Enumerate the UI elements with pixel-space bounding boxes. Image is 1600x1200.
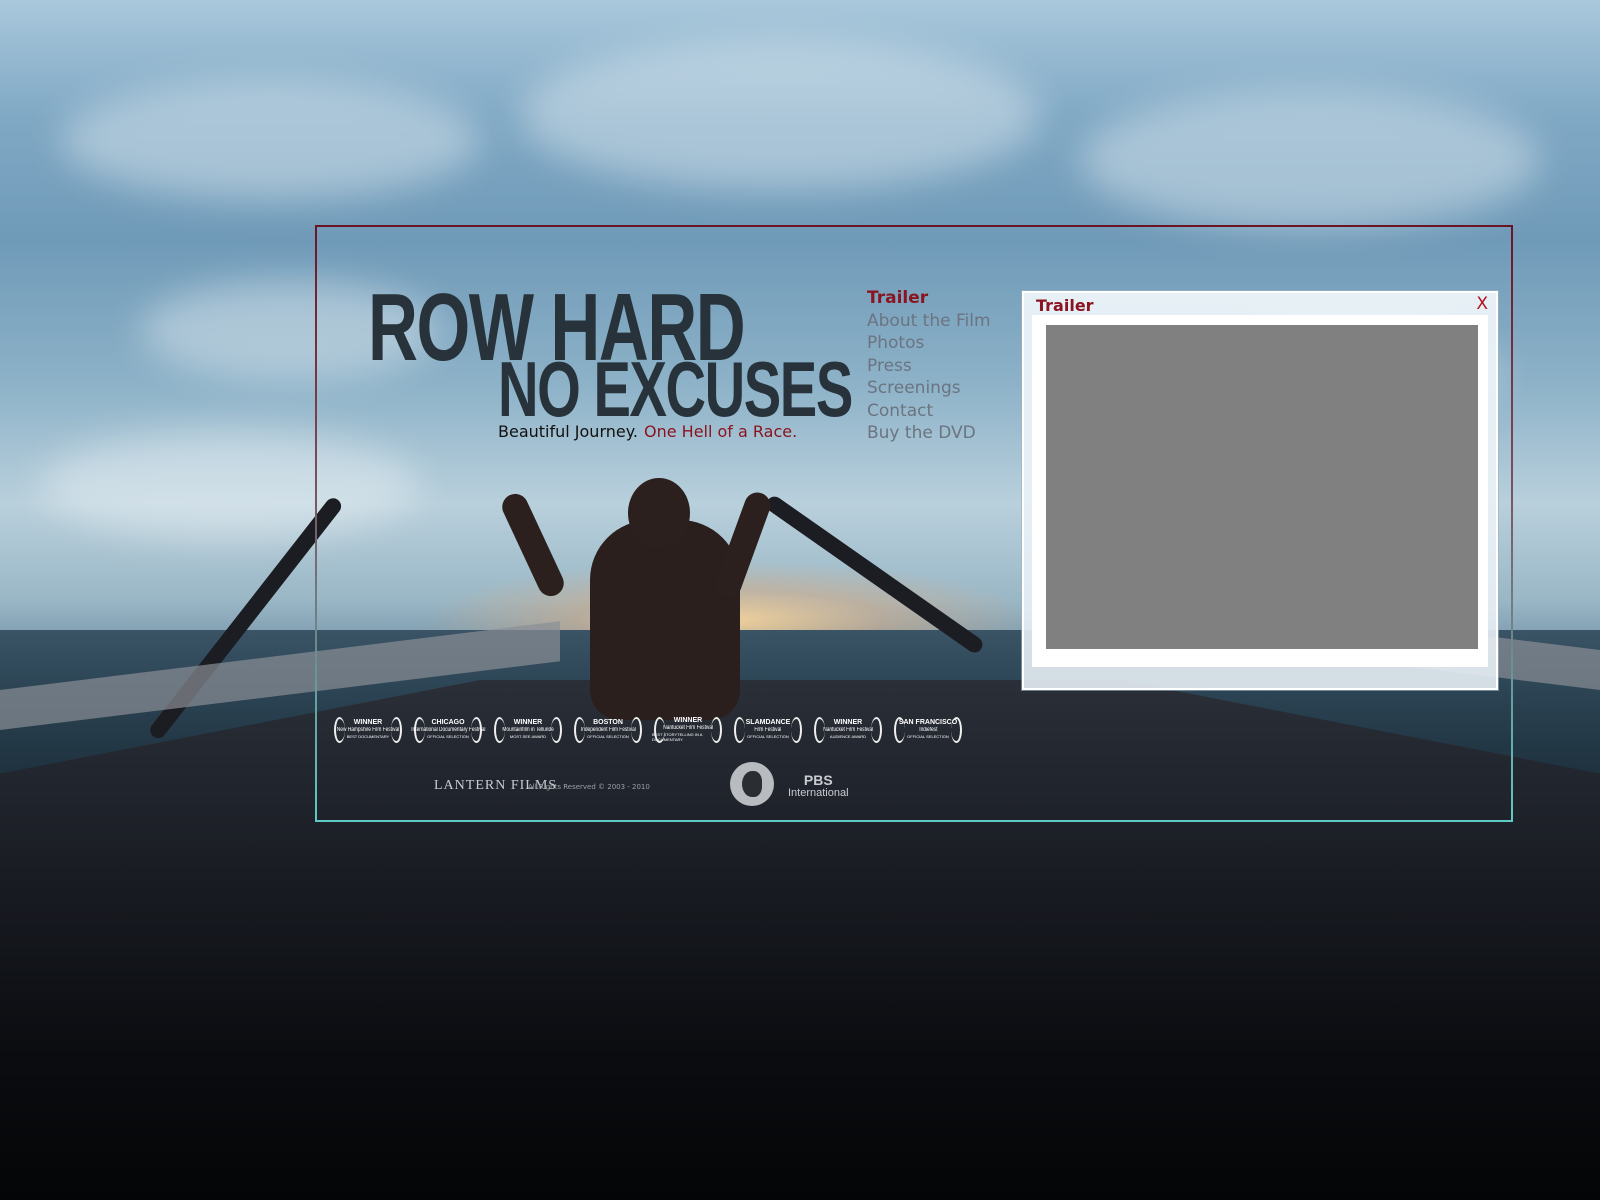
nav-press[interactable]: Press [867, 355, 991, 378]
trailer-modal: Trailer X [1022, 291, 1498, 690]
laurel-badge: WINNER Nantucket Film Festival AUDIENCE AW… [812, 716, 884, 743]
close-icon[interactable]: X [1476, 294, 1488, 314]
pbs-logo-icon[interactable] [730, 762, 774, 806]
tagline-part1: Beautiful Journey. [498, 422, 638, 441]
tagline-part2: One Hell of a Race. [644, 422, 798, 441]
modal-body [1032, 315, 1488, 667]
laurel-badge: WINNER New Hampshire Film Festival BEST DO… [332, 716, 404, 743]
laurel-badge: SAN FRANCISCO Indiefest OFFICIAL SELECTION [892, 716, 964, 743]
modal-title: Trailer [1036, 296, 1094, 315]
nav-buy-the-dvd[interactable]: Buy the DVD [867, 422, 991, 445]
copyright-text: All Rights Reserved © 2003 - 2010 [528, 783, 650, 791]
pbs-text: PBS [803, 772, 833, 788]
nav-photos[interactable]: Photos [867, 332, 991, 355]
laurel-badge: CHICAGO International Documentary Festiva… [411, 716, 485, 743]
nav-about-the-film[interactable]: About the Film [867, 310, 991, 333]
film-title-line2: NO EXCUSES [498, 345, 853, 433]
laurel-badge: SLAMDANCE Film Festival OFFICIAL SELECTION [732, 716, 804, 743]
nav-contact[interactable]: Contact [867, 400, 991, 423]
tagline: Beautiful Journey. One Hell of a Race. [498, 422, 797, 441]
pbs-international-text: International [788, 787, 849, 799]
laurel-badge: WINNER Mountainfilm in Telluride MOST-SEE … [492, 716, 564, 743]
nav-trailer[interactable]: Trailer [867, 287, 991, 310]
pbs-international-logo[interactable]: PBS International [788, 773, 849, 799]
festival-laurels: WINNER New Hampshire Film Festival BEST DO… [332, 716, 964, 743]
laurel-badge: BOSTON Independent Film Festival OFFICIAL … [572, 716, 644, 743]
main-nav: Trailer About the Film Photos Press Scre… [867, 287, 991, 445]
laurel-badge: WINNER Nantucket Film Festival BEST STORYT… [652, 716, 724, 743]
nav-screenings[interactable]: Screenings [867, 377, 991, 400]
video-player[interactable] [1046, 325, 1478, 649]
